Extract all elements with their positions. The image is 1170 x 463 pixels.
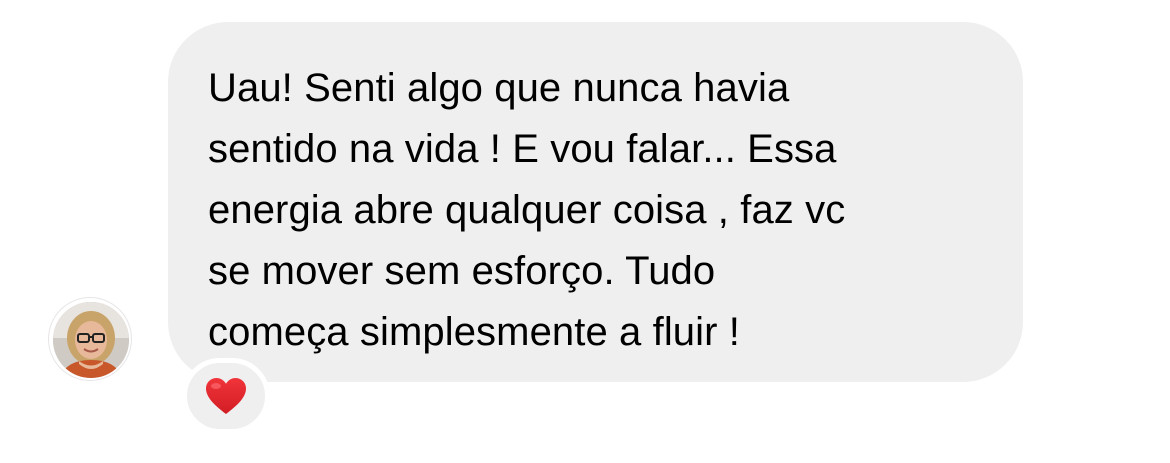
message-thread: Uau! Senti algo que nunca havia sentido … [0,0,1170,463]
message-bubble[interactable]: Uau! Senti algo que nunca havia sentido … [168,22,1023,382]
reaction-badge[interactable] [182,358,270,434]
red-heart-icon [206,378,246,414]
message-text: Uau! Senti algo que nunca havia sentido … [208,66,846,354]
avatar-photo-icon [53,302,129,378]
sender-avatar[interactable] [48,297,132,381]
